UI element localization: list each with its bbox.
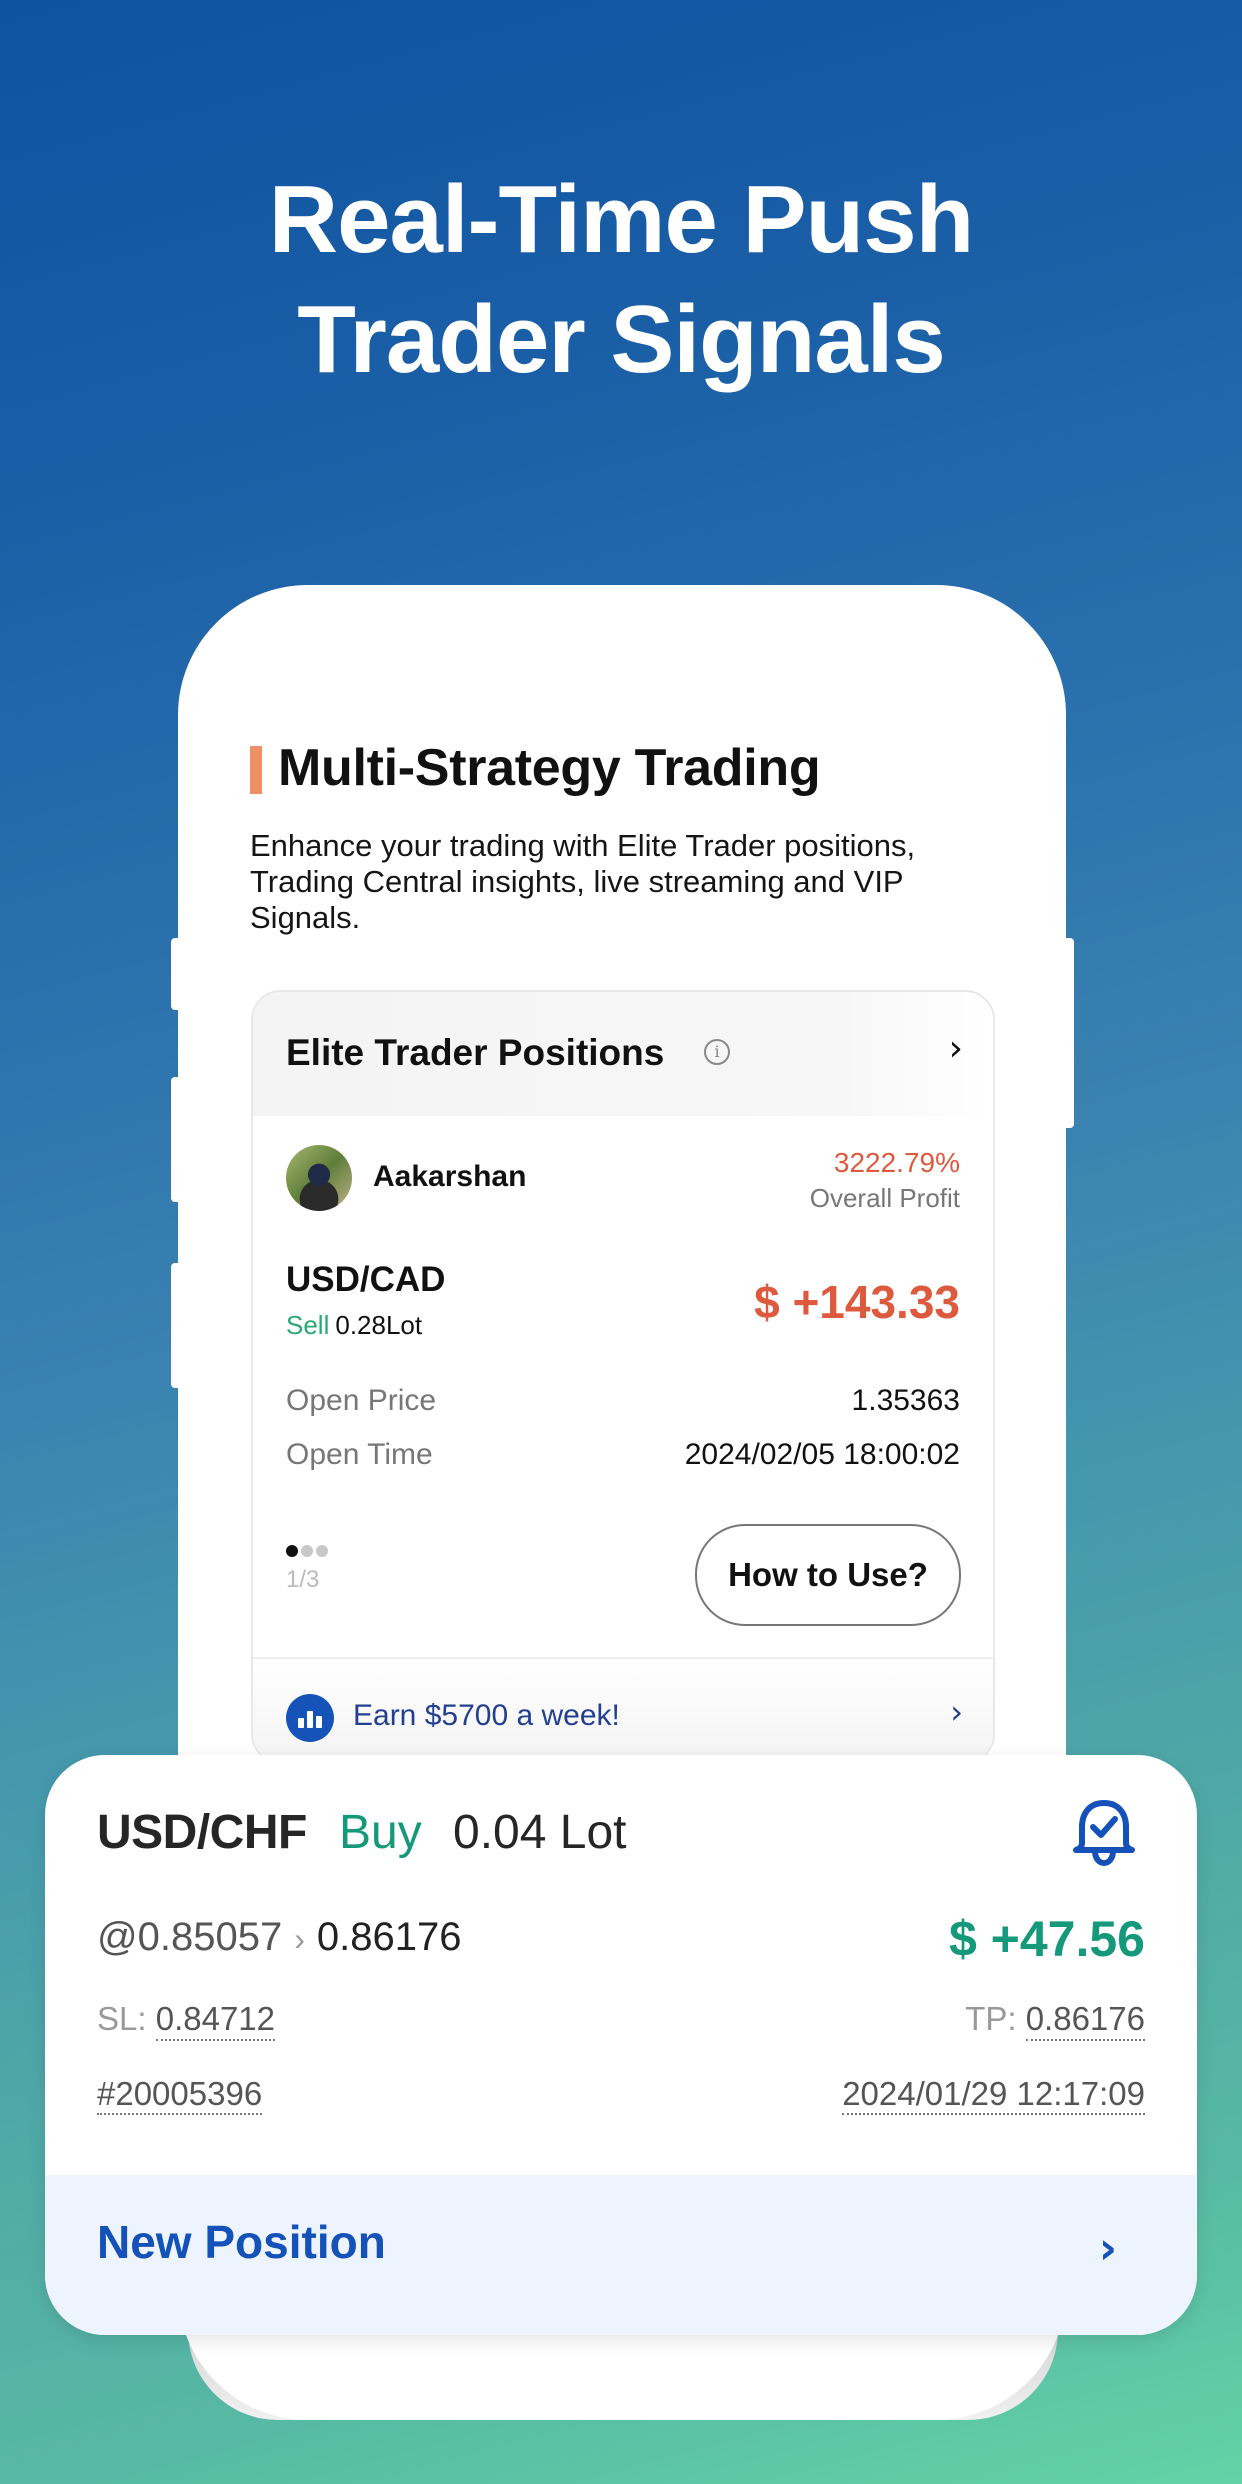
stop-loss: SL: 0.84712 bbox=[97, 2000, 276, 2041]
position-pair: USD/CAD bbox=[286, 1260, 446, 1299]
overall-profit-label: Overall Profit bbox=[809, 1183, 960, 1213]
signal-notification-card[interactable]: USD/CHF Buy 0.04 Lot @0.85057 › 0.86176 $ … bbox=[45, 1755, 1197, 2335]
section-title: Multi-Strategy Trading bbox=[250, 738, 821, 798]
elite-trader-card: Elite Trader Positions i › Aakarshan 322… bbox=[251, 990, 995, 1764]
bell-check-icon[interactable] bbox=[1069, 1797, 1139, 1873]
arrow-right-icon: › bbox=[294, 1921, 305, 1957]
new-position-label: New Position bbox=[97, 2216, 386, 2268]
open-time-value: 2024/02/05 18:00:02 bbox=[684, 1438, 960, 1471]
position-side: Sell bbox=[286, 1310, 330, 1340]
chevron-right-icon: › bbox=[950, 1693, 963, 1731]
take-profit-label: TP: bbox=[965, 2000, 1017, 2037]
headline-line-1: Real-Time Push bbox=[268, 166, 974, 273]
chevron-right-icon: › bbox=[1098, 2223, 1117, 2274]
new-position-button[interactable]: New Position › bbox=[45, 2175, 1197, 2335]
elite-card-header[interactable]: Elite Trader Positions i › bbox=[253, 992, 993, 1116]
signal-open-price: @0.85057 bbox=[97, 1915, 283, 1959]
elite-card-title: Elite Trader Positions bbox=[286, 1032, 665, 1073]
take-profit: TP: 0.86176 bbox=[965, 2000, 1145, 2041]
pager-dot[interactable] bbox=[301, 1545, 313, 1557]
position-side-lot: Sell 0.28Lot bbox=[286, 1310, 422, 1341]
pager-dot-active[interactable] bbox=[286, 1545, 298, 1557]
how-to-use-button[interactable]: How to Use? bbox=[695, 1524, 961, 1626]
signal-current-price: 0.86176 bbox=[316, 1915, 462, 1959]
order-time[interactable]: 2024/01/29 12:17:09 bbox=[842, 2075, 1145, 2115]
order-id[interactable]: #20005396 bbox=[97, 2075, 263, 2115]
open-price-value: 1.35363 bbox=[851, 1384, 960, 1417]
earn-text: Earn $5700 a week! bbox=[353, 1699, 620, 1732]
signal-price-row: @0.85057 › 0.86176 bbox=[97, 1915, 461, 1960]
stop-loss-value[interactable]: 0.84712 bbox=[155, 2000, 276, 2041]
signal-pnl: $ +47.56 bbox=[948, 1911, 1145, 1967]
info-icon[interactable]: i bbox=[704, 1039, 730, 1065]
earn-banner[interactable]: Earn $5700 a week! › bbox=[253, 1657, 993, 1762]
signal-side: Buy bbox=[339, 1806, 422, 1859]
trader-name[interactable]: Aakarshan bbox=[373, 1160, 526, 1194]
headline: Real-Time Push Trader Signals bbox=[0, 160, 1242, 400]
section-description: Enhance your trading with Elite Trader p… bbox=[250, 828, 916, 935]
page-indicator: 1/3 bbox=[286, 1566, 320, 1593]
avatar[interactable] bbox=[286, 1145, 352, 1211]
take-profit-value[interactable]: 0.86176 bbox=[1025, 2000, 1145, 2041]
position-pnl: $ +143.33 bbox=[754, 1276, 960, 1328]
headline-line-2: Trader Signals bbox=[297, 286, 946, 393]
position-lot: 0.28Lot bbox=[335, 1310, 423, 1340]
overall-profit-value: 3222.79% bbox=[833, 1147, 960, 1178]
signal-lot: 0.04 Lot bbox=[453, 1806, 627, 1859]
chevron-right-icon[interactable]: › bbox=[949, 1028, 963, 1069]
pager-dots[interactable] bbox=[286, 1544, 331, 1562]
signal-pair: USD/CHF bbox=[97, 1806, 307, 1859]
stop-loss-label: SL: bbox=[97, 2000, 147, 2037]
title-accent-bar bbox=[250, 746, 262, 794]
pager-dot[interactable] bbox=[316, 1545, 328, 1557]
bar-chart-icon bbox=[286, 1694, 334, 1742]
open-time-label: Open Time bbox=[286, 1438, 433, 1471]
open-price-label: Open Price bbox=[286, 1384, 437, 1417]
